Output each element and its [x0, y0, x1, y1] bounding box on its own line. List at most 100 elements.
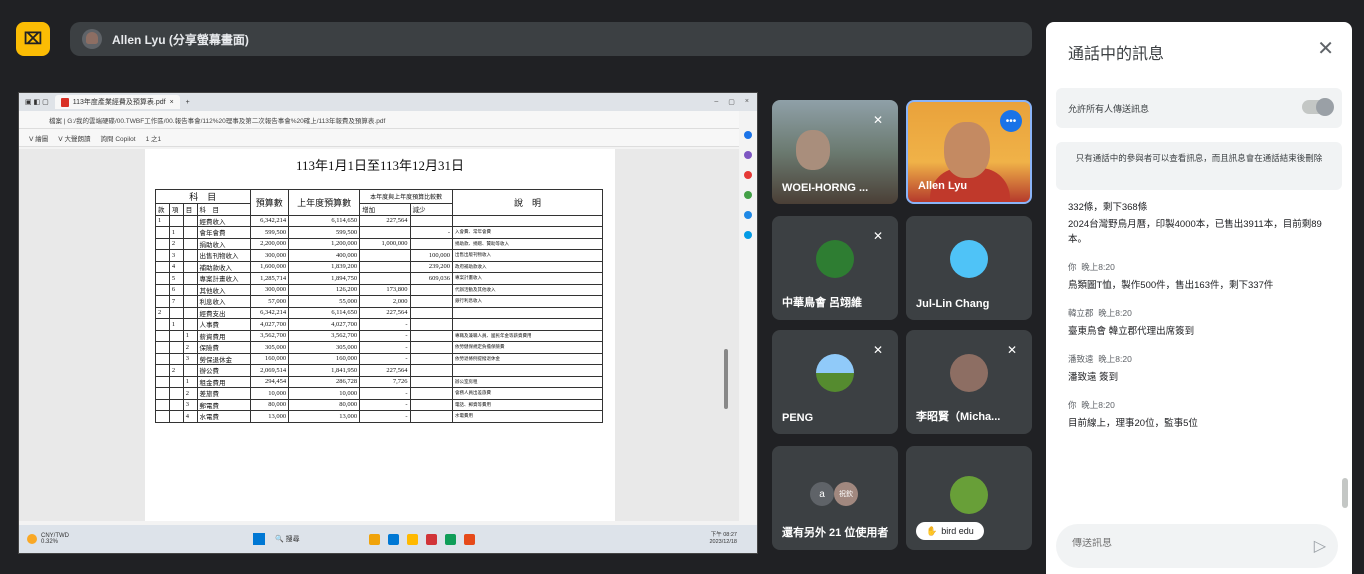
table-cell-name: 利息收入: [196, 295, 251, 308]
participant-tile-others[interactable]: a 祝欽 還有另外 21 位使用者: [772, 446, 898, 550]
message-time: 晚上8:20: [1081, 400, 1115, 410]
budget-table: 科 目 預算數 上年度預算數 本年度與上年度預算比較數 說 明 款 項 目 科 …: [155, 189, 603, 423]
close-window-icon[interactable]: ×: [745, 98, 749, 106]
table-cell-prev: 286,728: [288, 375, 361, 388]
stop-presenting-icon[interactable]: ⌧: [16, 22, 50, 56]
shopping-icon[interactable]: [744, 171, 752, 179]
table-cell-prev: 1,894,750: [288, 272, 361, 285]
table-cell-note: [452, 214, 603, 227]
table-cell-prev: 3,562,700: [288, 329, 361, 342]
participant-tile-jullin[interactable]: Jul-Lin Chang: [906, 216, 1032, 320]
table-cell-note: 水電費用: [452, 410, 603, 423]
table-cell-x: [168, 375, 184, 388]
maximize-icon[interactable]: ▢: [728, 98, 735, 106]
table-cell-note: 代辦活動及其他收入: [452, 283, 603, 296]
copilot-icon[interactable]: [744, 131, 752, 139]
table-cell-m: 1: [182, 329, 198, 342]
system-tray[interactable]: 下午 08:27 2023/12/18: [709, 532, 737, 546]
pdf-page: 113年1月1日至113年12月31日 科 目 預算數 上年度預算數 本年度與上…: [145, 149, 615, 521]
table-cell-k: [155, 387, 170, 400]
table-cell-note: 捐助款、捐贈、贊助等收入: [452, 237, 603, 250]
new-tab-icon[interactable]: +: [186, 99, 190, 106]
table-row: 3 出售刊物收入 300,000 400,000 100,000 出售出版刊物收入: [155, 249, 603, 262]
table-cell-m: [182, 364, 198, 377]
close-icon[interactable]: ✕: [1317, 36, 1334, 61]
participant-tile-allen[interactable]: ••• Allen Lyu: [906, 100, 1032, 204]
allow-toggle[interactable]: [1302, 98, 1334, 116]
office-icon[interactable]: [744, 211, 752, 219]
participant-tile-birdedu[interactable]: ✋ bird edu: [906, 446, 1032, 550]
participant-tile-woei[interactable]: ✕ WOEI-HORNG ...: [772, 100, 898, 204]
pdf-scrollbar[interactable]: [724, 349, 728, 409]
tool-draw[interactable]: Ⅴ 繪圖: [29, 133, 48, 143]
chat-scrollbar[interactable]: [1342, 478, 1348, 508]
tool-copilot[interactable]: 詢問 Copilot: [101, 133, 136, 143]
participant-name: 李昭賢（Micha...: [916, 411, 1001, 423]
table-cell-prev: 1,839,200: [288, 260, 361, 273]
participant-tile-li[interactable]: ✕ 李昭賢（Micha...: [906, 330, 1032, 434]
outlook-icon[interactable]: [744, 231, 752, 239]
shield-icon[interactable]: [426, 533, 437, 545]
folder-icon[interactable]: [407, 533, 418, 545]
table-cell-note: [452, 364, 603, 377]
table-cell-budget: 305,000: [249, 341, 290, 354]
header-inc: 增加: [359, 203, 411, 216]
explorer-icon[interactable]: [369, 533, 380, 545]
header-subject: 科 目: [155, 189, 251, 204]
app-icon[interactable]: [464, 533, 475, 545]
table-cell-inc: 173,800: [359, 283, 411, 296]
chat-message: 潘致遠 晚上8:20 潘致遠 簽到: [1068, 353, 1338, 385]
games-icon[interactable]: [744, 191, 752, 199]
participant-tile-huaniao[interactable]: ✕ 中華鳥會 呂翊維: [772, 216, 898, 320]
table-cell-x: [168, 329, 184, 342]
tab-title: 113年度產業經費及預算表.pdf: [72, 99, 166, 106]
table-cell-dec: [409, 387, 453, 400]
avatar: [816, 354, 854, 392]
table-cell-budget: 2,069,514: [249, 364, 290, 377]
tool-read[interactable]: Ⅴ 大聲朗讀: [58, 133, 90, 143]
table-cell-k: [155, 410, 170, 423]
taskbar-search[interactable]: 🔍 搜尋: [275, 534, 300, 544]
table-cell-budget: 3,562,700: [249, 329, 290, 342]
mic-off-icon: ✕: [872, 343, 884, 357]
presenter-label: Allen Lyu (分享螢幕畫面): [112, 32, 249, 47]
avatar: a: [810, 482, 834, 506]
table-cell-note: [452, 306, 603, 319]
more-options-icon[interactable]: •••: [1000, 110, 1022, 132]
table-cell-note: 會務人員出差旅費: [452, 387, 603, 400]
table-cell-prev: 599,500: [288, 226, 361, 239]
weather-widget[interactable]: CNY/TWD 0.32%: [27, 533, 69, 545]
table-cell-inc: [359, 260, 411, 273]
participant-name: WOEI-HORNG ...: [782, 182, 869, 194]
table-cell-m: [182, 306, 198, 319]
participant-name: bird edu: [941, 526, 974, 536]
table-cell-k: [155, 272, 170, 285]
table-cell-budget: 599,500: [249, 226, 290, 239]
table-cell-inc: -: [359, 398, 411, 411]
presenter-pill: Allen Lyu (分享螢幕畫面): [70, 22, 1032, 56]
tools-icon[interactable]: [744, 151, 752, 159]
table-cell-dec: 239,200: [409, 260, 453, 273]
table-cell-name: 人事費: [196, 318, 251, 331]
chat-message: 332條，剩下368條 2024台灣野鳥月曆，印製4000本，已售出3911本，…: [1068, 200, 1338, 247]
browser-tab[interactable]: 113年度產業經費及預算表.pdf ×: [54, 95, 180, 109]
table-cell-x: 1: [168, 226, 184, 239]
table-cell-note: 辦公室房租: [452, 375, 603, 388]
chrome-icon[interactable]: [445, 533, 456, 545]
table-cell-note: 出售出版刊物收入: [452, 249, 603, 262]
table-cell-x: 2: [168, 237, 184, 250]
minimize-icon[interactable]: –: [714, 98, 718, 106]
table-cell-x: [168, 306, 184, 319]
header-mu: 目: [182, 203, 198, 216]
message-input[interactable]: [1072, 538, 1292, 549]
participant-tile-peng[interactable]: ✕ PENG: [772, 330, 898, 434]
table-cell-note: 專職及兼職人員、國民年金等薪資費用: [452, 329, 603, 342]
table-cell-name: 租金費用: [196, 375, 251, 388]
send-icon[interactable]: ▷: [1314, 536, 1326, 556]
address-bar[interactable]: 檔案 | G:/我的雲端硬碟/00.TWBF工作區/00.報告事會/112%20…: [19, 111, 757, 129]
windows-start-icon[interactable]: [253, 533, 265, 545]
table-cell-inc: 2,000: [359, 295, 411, 308]
table-cell-budget: 80,000: [249, 398, 290, 411]
tab-close-icon[interactable]: ×: [170, 99, 174, 106]
store-icon[interactable]: [388, 533, 399, 545]
